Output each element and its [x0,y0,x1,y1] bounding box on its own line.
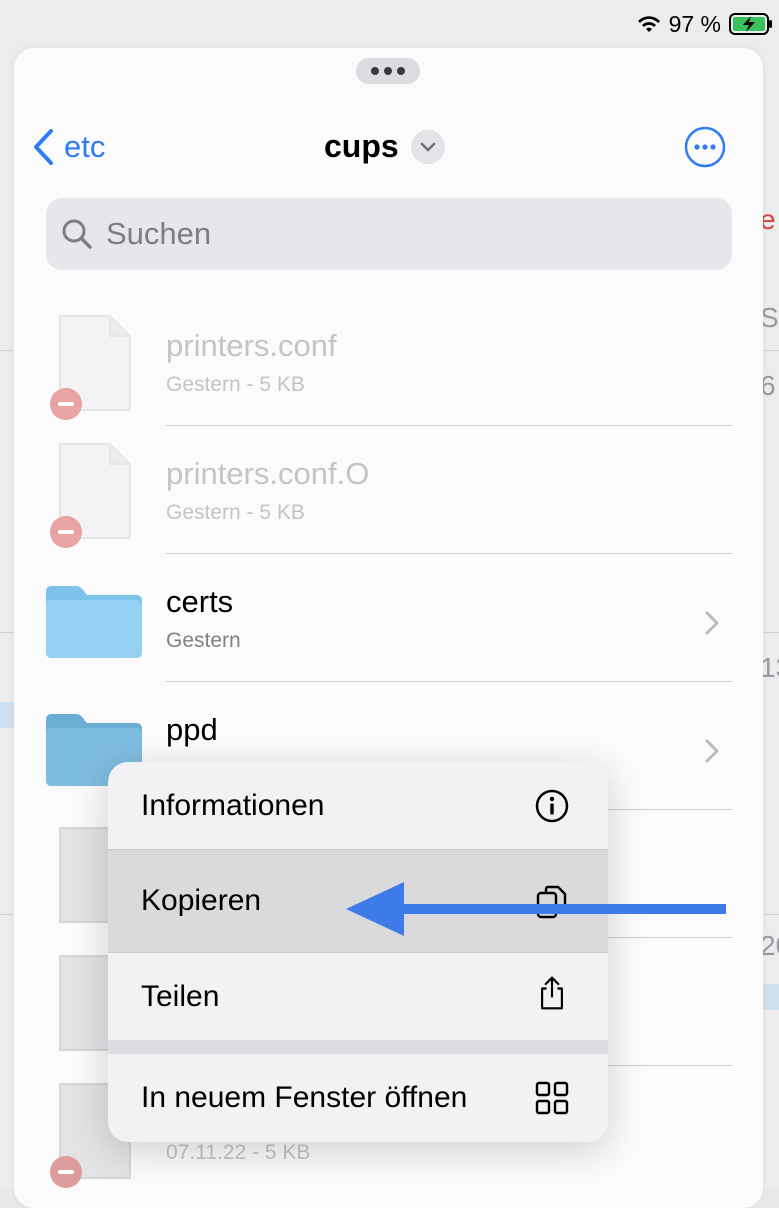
status-bar: 97 % [637,8,773,40]
file-meta: Gestern - 5 KB [166,501,305,524]
folder-name: ppd [166,712,218,747]
page-title: cups [324,128,399,164]
handle-dot [384,67,392,75]
chevron-down-icon [410,129,445,164]
share-icon [541,976,563,1010]
menu-item-info[interactable]: Informationen [108,762,608,849]
search-placeholder: Suchen [106,216,212,251]
list-item[interactable]: printers.conf.O Gestern - 5 KB [14,426,763,554]
file-meta: 07.11.22 - 5 KB [166,1141,311,1164]
menu-section-gap [108,1040,608,1054]
search-icon [62,219,92,249]
folder-name: certs [166,584,234,619]
chevron-right-icon [705,739,719,763]
file-meta: Gestern - 5 KB [166,373,305,396]
list-item[interactable]: printers.conf Gestern - 5 KB [14,298,763,426]
sheet-handle[interactable] [356,58,420,84]
search-field[interactable]: Suchen [46,198,732,270]
annotation-arrow-icon [346,882,726,936]
navigation-bar: etc cups [14,118,763,178]
back-button[interactable]: etc [32,128,105,166]
menu-item-label: Informationen [141,788,325,822]
file-name: printers.conf.O [166,456,370,491]
context-menu: Informationen Kopieren Teilen In neuem F… [108,762,608,1142]
unavailable-badge-icon [50,1156,82,1188]
file-name: printers.conf [166,328,337,363]
new-window-grid-icon [535,1081,569,1115]
battery-percent: 97 % [668,10,721,37]
background-highlight [762,984,779,1010]
list-item[interactable]: certs Gestern [14,554,763,682]
unavailable-badge-icon [50,388,82,420]
menu-item-label: Kopieren [141,884,262,917]
folder-icon [46,586,142,658]
info-icon [535,789,569,823]
handle-dot [397,67,405,75]
menu-item-share[interactable]: Teilen [108,953,608,1040]
unavailable-badge-icon [50,516,82,548]
menu-item-open-new-window[interactable]: In neuem Fenster öffnen [108,1054,608,1142]
more-options-icon[interactable] [684,126,726,168]
handle-dot [371,67,379,75]
chevron-left-icon [34,129,53,165]
battery-charging-icon [729,13,772,35]
chevron-right-icon [705,611,719,635]
folder-meta: Gestern [166,629,241,652]
menu-item-label: In neuem Fenster öffnen [141,1081,468,1114]
menu-item-label: Teilen [141,979,220,1013]
folder-title-menu[interactable]: cups [324,128,445,165]
wifi-icon [637,16,660,32]
back-label: etc [64,129,106,164]
